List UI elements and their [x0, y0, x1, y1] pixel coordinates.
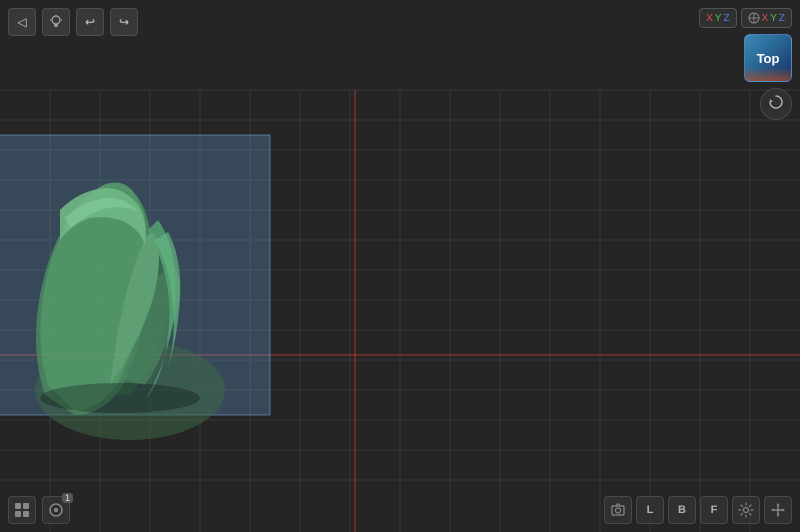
layer-icon — [48, 502, 64, 518]
back-button[interactable]: ◁ — [8, 8, 36, 36]
axis-z-label: Z — [723, 13, 729, 24]
layer-button[interactable]: 1 — [42, 496, 70, 524]
layer-badge: 1 — [62, 493, 73, 503]
bottom-right-toolbar: L B F — [604, 496, 792, 524]
view-cube[interactable]: Top — [744, 34, 792, 82]
axis-btn-local[interactable]: X Y Z — [699, 8, 736, 28]
view-mode-button[interactable] — [8, 496, 36, 524]
label-f: F — [711, 504, 718, 516]
redo-button[interactable]: ↪ — [110, 8, 138, 36]
settings-button[interactable] — [732, 496, 760, 524]
label-f-button[interactable]: F — [700, 496, 728, 524]
viewport: ◁ ↩ ↪ X — [0, 0, 800, 532]
axis-buttons: X Y Z X Y Z — [699, 8, 792, 28]
rotate-icon — [767, 93, 785, 116]
camera-button[interactable] — [604, 496, 632, 524]
axis-world-icon — [748, 12, 760, 24]
settings-icon — [738, 502, 754, 518]
undo-button[interactable]: ↩ — [76, 8, 104, 36]
main-canvas — [0, 0, 800, 532]
axis-x-label: X — [706, 13, 713, 24]
view-mode-icon — [14, 502, 30, 518]
top-right-controls: X Y Z X Y Z Top — [699, 8, 792, 120]
move-button[interactable] — [764, 496, 792, 524]
undo-icon: ↩ — [85, 15, 95, 29]
label-l-button[interactable]: L — [636, 496, 664, 524]
view-cube-label: Top — [757, 51, 780, 66]
move-icon — [770, 502, 786, 518]
label-b-button[interactable]: B — [668, 496, 696, 524]
lamp-icon — [49, 14, 63, 31]
back-icon: ◁ — [17, 15, 26, 29]
top-toolbar: ◁ ↩ ↪ — [8, 8, 138, 36]
bottom-left-toolbar: 1 — [8, 496, 70, 524]
lamp-button[interactable] — [42, 8, 70, 36]
axis-y-label: Y — [715, 13, 722, 24]
camera-icon — [610, 502, 626, 518]
rotate-button[interactable] — [760, 88, 792, 120]
axis-btn-world[interactable]: X Y Z — [741, 8, 792, 28]
redo-icon: ↪ — [119, 15, 129, 29]
label-l: L — [647, 504, 654, 516]
label-b: B — [678, 504, 686, 516]
